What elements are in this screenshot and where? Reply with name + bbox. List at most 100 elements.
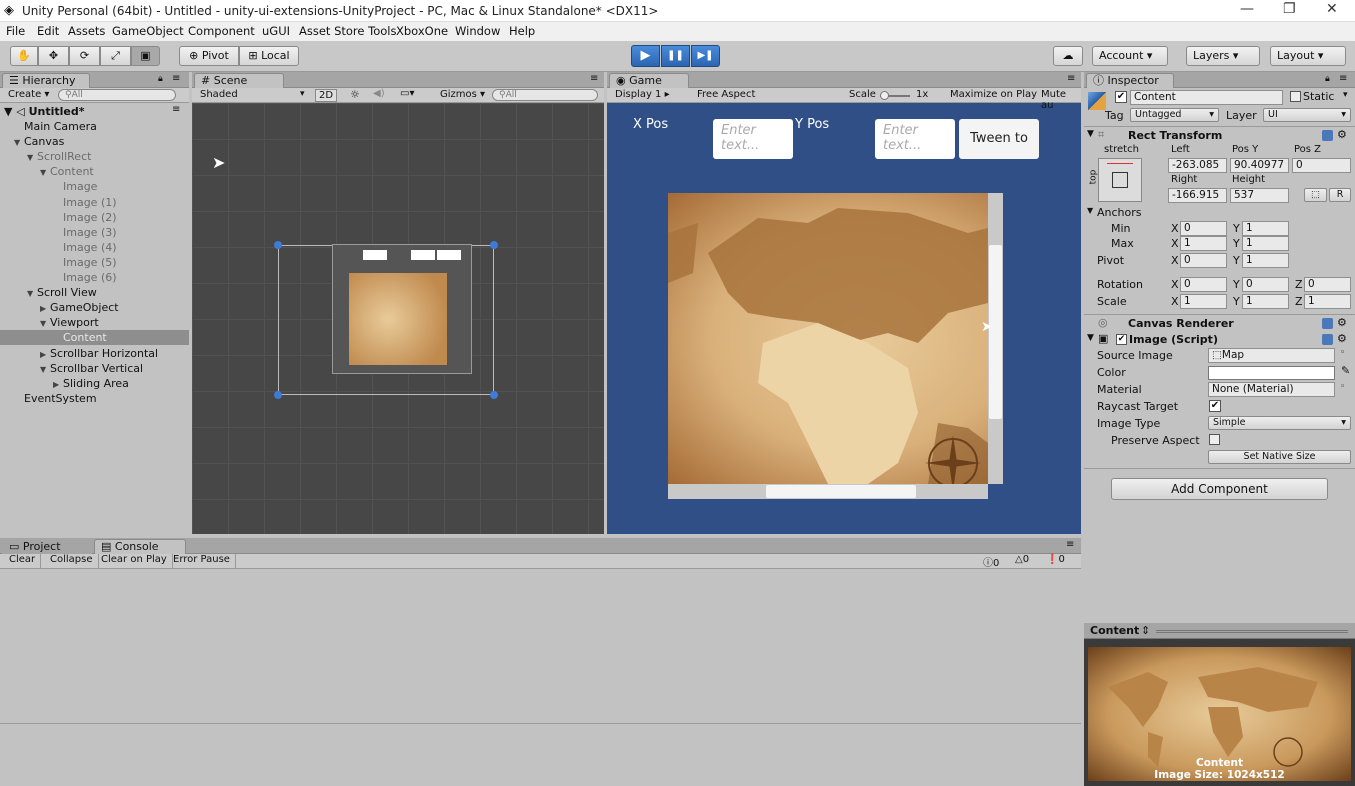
hierarchy-item[interactable]: ▼ ScrollRect	[0, 149, 189, 164]
tab-game[interactable]: ◉ Game	[609, 73, 689, 88]
preview-header[interactable]: Content ⇕	[1084, 623, 1355, 639]
hierarchy-item[interactable]: Image	[0, 179, 189, 194]
hierarchy-item[interactable]: ▼ Canvas	[0, 134, 189, 149]
scale-x-input[interactable]: 1	[1180, 294, 1227, 309]
hierarchy-item[interactable]: ▼ Content	[0, 164, 189, 179]
component-gear-icon[interactable]: ⚙	[1337, 316, 1347, 329]
hierarchy-item[interactable]: ▶ Sliding Area	[0, 376, 189, 391]
expand-arrow-icon[interactable]: ▶	[40, 350, 50, 359]
scene-viewport[interactable]: ➤	[192, 103, 604, 534]
active-checkbox[interactable]: ✔	[1115, 91, 1127, 103]
scene-search-input[interactable]: ⚲All	[492, 89, 598, 101]
anchor-max-x-input[interactable]: 1	[1180, 236, 1227, 251]
hierarchy-item[interactable]: ▼ Scrollbar Vertical	[0, 361, 189, 376]
clear-button[interactable]: Clear	[4, 554, 42, 568]
rect-handle-bottom-left[interactable]	[274, 391, 282, 399]
pause-button[interactable]: ❚❚	[661, 45, 690, 67]
rotation-y-input[interactable]: 0	[1242, 277, 1289, 292]
account-dropdown[interactable]: Account ▾	[1092, 46, 1168, 66]
tab-hierarchy[interactable]: ☰ Hierarchy	[2, 73, 90, 88]
posz-input[interactable]: 0	[1292, 158, 1351, 173]
component-gear-icon[interactable]: ⚙	[1337, 332, 1347, 345]
game-menu-icon[interactable]: ≡	[1067, 73, 1075, 84]
raycast-checkbox[interactable]: ✔	[1209, 400, 1221, 412]
xpos-input[interactable]: Enter text...	[713, 119, 793, 159]
preview-drag-icon[interactable]: ⇕	[1141, 624, 1150, 637]
anchor-presets-button[interactable]	[1098, 158, 1142, 202]
hierarchy-item[interactable]: Main Camera	[0, 119, 189, 134]
hierarchy-item[interactable]: ▶ GameObject	[0, 300, 189, 315]
info-toggle[interactable]: ⓘ0	[983, 554, 999, 569]
help-icon[interactable]	[1322, 318, 1333, 329]
rotation-z-input[interactable]: 0	[1304, 277, 1351, 292]
help-icon[interactable]	[1322, 130, 1333, 141]
local-toggle[interactable]: ⊞ Local	[239, 46, 299, 66]
expand-arrow-icon[interactable]: ▼	[40, 168, 50, 177]
expand-arrow-icon[interactable]: ▼	[40, 365, 50, 374]
scene-menu-icon[interactable]: ≡	[590, 73, 598, 84]
layers-dropdown[interactable]: Layers ▾	[1186, 46, 1260, 66]
display-dropdown[interactable]: Display 1 ▸	[615, 89, 670, 100]
lighting-icon[interactable]: ☼	[350, 88, 360, 101]
hierarchy-item[interactable]: Image (2)	[0, 210, 189, 225]
audio-icon[interactable]: ◀)	[373, 88, 385, 99]
anchor-min-x-input[interactable]: 0	[1180, 221, 1227, 236]
clear-on-play-button[interactable]: Clear on Play	[96, 554, 173, 568]
object-picker-icon[interactable]: ◦	[1340, 348, 1345, 358]
hierarchy-item[interactable]: ▼ Viewport	[0, 315, 189, 330]
rect-transform-header[interactable]: ▼ ⌗ Rect Transform ⚙	[1084, 126, 1355, 144]
menu-help[interactable]: Help	[509, 24, 535, 38]
gizmos-dropdown[interactable]: Gizmos ▾	[440, 89, 485, 100]
left-input[interactable]: -263.085	[1168, 158, 1227, 173]
expand-arrow-icon[interactable]: ▶	[40, 304, 50, 313]
hierarchy-item[interactable]: EventSystem	[0, 391, 189, 406]
add-component-button[interactable]: Add Component	[1111, 478, 1328, 500]
scale-tool-icon[interactable]: ⤢	[100, 46, 131, 66]
canvas-renderer-header[interactable]: ◎ Canvas Renderer ⚙	[1084, 314, 1355, 331]
scale-y-input[interactable]: 1	[1242, 294, 1289, 309]
vertical-scrollbar[interactable]	[988, 193, 1003, 484]
menu-gameobject[interactable]: GameObject	[112, 24, 184, 38]
step-button[interactable]: ▶❚	[691, 45, 720, 67]
hierarchy-search-input[interactable]: ⚲All	[58, 89, 176, 101]
hierarchy-item[interactable]: Image (6)	[0, 270, 189, 285]
image-script-header[interactable]: ▼ ▣ ✔ Image (Script) ⚙	[1084, 331, 1355, 349]
rotate-tool-icon[interactable]: ⟳	[69, 46, 100, 66]
hierarchy-item[interactable]: Image (4)	[0, 240, 189, 255]
menu-edit[interactable]: Edit	[37, 24, 59, 38]
map-scroll-rect[interactable]	[668, 193, 988, 484]
layer-dropdown[interactable]: UI ▾	[1263, 108, 1351, 122]
horizontal-scrollbar-handle[interactable]	[766, 485, 916, 498]
tab-scene[interactable]: # Scene	[194, 73, 284, 88]
right-input[interactable]: -166.915	[1168, 188, 1227, 203]
ypos-input[interactable]: Enter text...	[875, 119, 955, 159]
console-detail-area[interactable]	[0, 725, 1081, 786]
height-input[interactable]: 537	[1230, 188, 1289, 203]
expand-arrow-icon[interactable]: ▼	[27, 153, 37, 162]
pivot-x-input[interactable]: 0	[1180, 253, 1227, 268]
cloud-icon[interactable]: ☁	[1053, 46, 1083, 66]
hierarchy-item[interactable]: Image (5)	[0, 255, 189, 270]
rect-handle-top-left[interactable]	[274, 241, 282, 249]
tween-to-button[interactable]: Tween to	[959, 119, 1039, 159]
hierarchy-item[interactable]: ▼ Scroll View	[0, 285, 189, 300]
expand-arrow-icon[interactable]: ▼	[40, 319, 50, 328]
eyedropper-icon[interactable]: ✎	[1341, 364, 1350, 377]
horizontal-scrollbar[interactable]	[668, 484, 988, 499]
mute-audio-toggle[interactable]: Mute au	[1041, 89, 1081, 111]
tab-console[interactable]: ▤ Console	[94, 539, 186, 554]
preserve-aspect-checkbox[interactable]	[1209, 434, 1220, 445]
hand-tool-icon[interactable]: ✋	[10, 46, 38, 66]
effects-icon[interactable]: ▭▾	[400, 88, 414, 99]
expand-arrow-icon[interactable]: ▶	[53, 380, 63, 389]
help-icon[interactable]	[1322, 334, 1333, 345]
collapse-button[interactable]: Collapse	[45, 554, 99, 568]
image-enabled-checkbox[interactable]: ✔	[1116, 334, 1127, 345]
menu-file[interactable]: File	[6, 24, 25, 38]
error-pause-button[interactable]: Error Pause	[168, 554, 236, 568]
hierarchy-item[interactable]: Image (3)	[0, 225, 189, 240]
static-checkbox[interactable]	[1290, 91, 1301, 102]
play-button[interactable]: ▶	[631, 45, 660, 67]
blueprint-mode-button[interactable]: ⬚	[1304, 188, 1327, 202]
menu-assets[interactable]: Assets	[68, 24, 105, 38]
